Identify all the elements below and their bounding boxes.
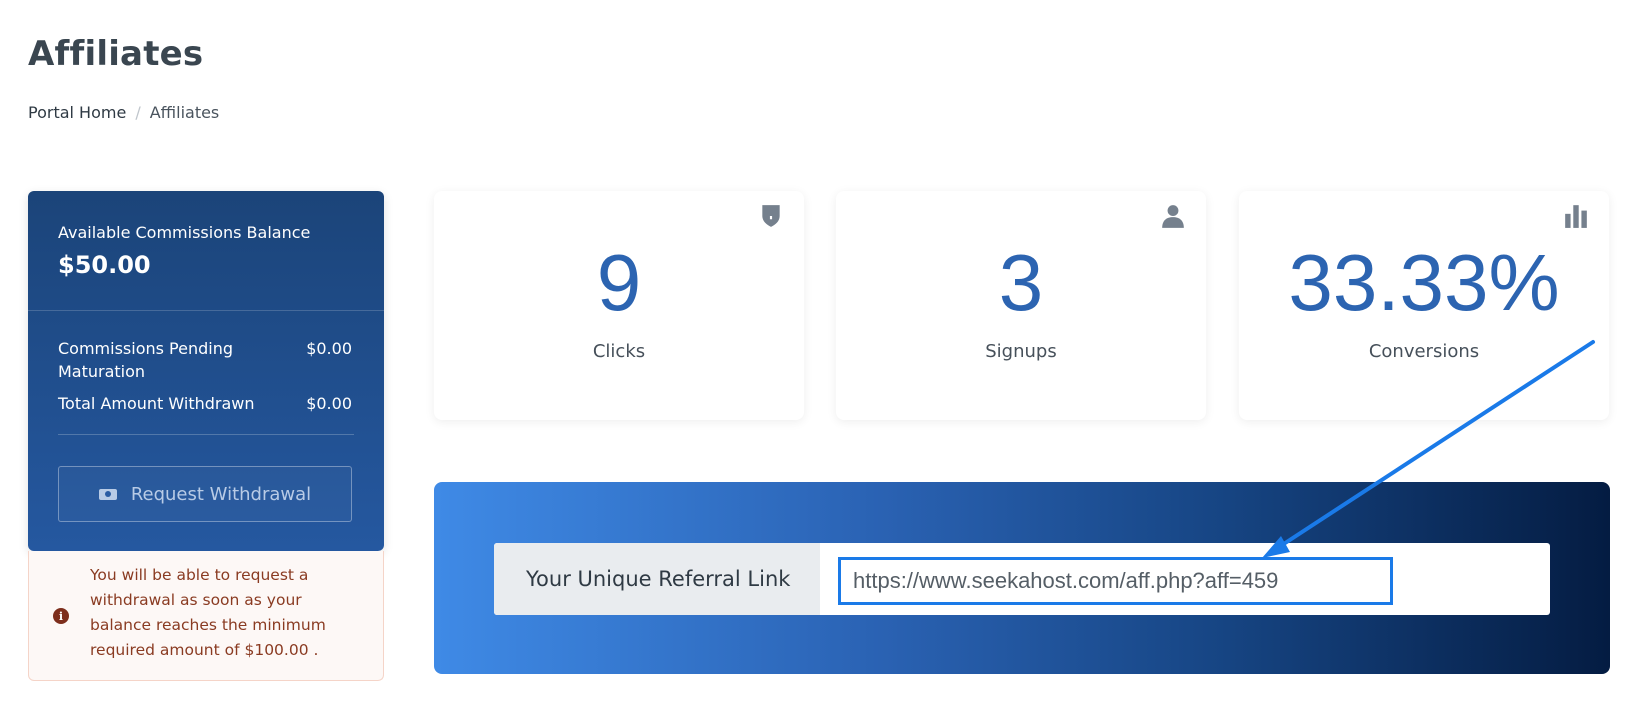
stat-card-signups: 3 Signups — [836, 191, 1206, 420]
signups-label: Signups — [985, 341, 1057, 362]
request-withdrawal-label: Request Withdrawal — [130, 483, 312, 505]
pending-row: Commissions Pending Maturation $0.00 — [58, 337, 352, 383]
balance-divider-2 — [58, 434, 354, 435]
breadcrumb-current: Affiliates — [149, 103, 220, 122]
notice-text: You will be able to request a withdrawal… — [90, 566, 326, 659]
breadcrumb-separator: / — [135, 103, 141, 122]
referral-input-group: Your Unique Referral Link https://www.se… — [494, 543, 1550, 615]
withdrawn-row: Total Amount Withdrawn $0.00 — [58, 392, 352, 415]
referral-link-input[interactable]: https://www.seekahost.com/aff.php?aff=45… — [838, 557, 1393, 605]
shield-icon — [762, 205, 780, 227]
breadcrumb: Portal Home / Affiliates — [28, 103, 219, 122]
clicks-label: Clicks — [592, 341, 646, 362]
signups-value: 3 — [998, 238, 1044, 327]
available-balance-label: Available Commissions Balance — [58, 223, 311, 242]
conversions-label: Conversions — [1368, 341, 1480, 362]
conversions-value: 33.33% — [1288, 238, 1560, 327]
pending-label: Commissions Pending Maturation — [58, 339, 234, 381]
available-balance-value: $50.00 — [58, 251, 151, 279]
breadcrumb-home-link[interactable]: Portal Home — [28, 103, 126, 122]
withdrawal-notice: i You will be able to request a withdraw… — [28, 551, 384, 681]
stat-card-clicks: 9 Clicks — [434, 191, 804, 420]
stat-card-conversions: 33.33% Conversions — [1239, 191, 1609, 420]
referral-banner: Your Unique Referral Link https://www.se… — [434, 482, 1610, 674]
balance-card: Available Commissions Balance $50.00 Com… — [28, 191, 384, 551]
bar-chart-icon — [1565, 205, 1587, 228]
info-icon: i — [53, 608, 69, 624]
page-title: Affiliates — [28, 34, 204, 74]
money-icon — [98, 488, 117, 500]
withdrawn-label: Total Amount Withdrawn — [58, 394, 255, 413]
balance-divider — [28, 310, 384, 311]
referral-label: Your Unique Referral Link — [494, 543, 820, 615]
withdrawn-value: $0.00 — [306, 394, 352, 413]
pending-value: $0.00 — [306, 339, 352, 358]
clicks-value: 9 — [596, 238, 642, 327]
request-withdrawal-button[interactable]: Request Withdrawal — [58, 466, 352, 522]
user-icon — [1162, 205, 1184, 228]
